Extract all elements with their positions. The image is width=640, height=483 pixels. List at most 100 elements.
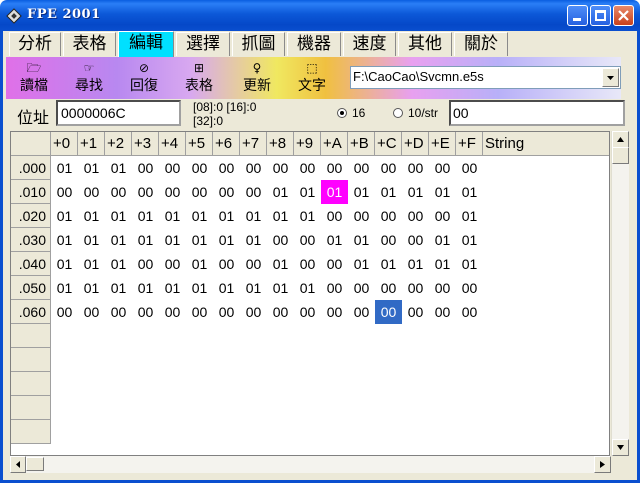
row-header[interactable] <box>11 348 51 372</box>
hex-cell[interactable]: 01 <box>51 228 78 252</box>
hex-cell[interactable]: 01 <box>240 228 267 252</box>
hex-cell[interactable]: 00 <box>321 276 348 300</box>
row-header[interactable] <box>11 420 51 444</box>
hex-cell[interactable]: 00 <box>240 252 267 276</box>
address-input[interactable]: 0000006C <box>56 100 181 126</box>
menu-tab-2[interactable]: 編輯 <box>118 31 174 57</box>
hex-cell[interactable]: 00 <box>375 276 402 300</box>
hex-cell[interactable]: 00 <box>186 300 213 324</box>
vertical-scrollbar[interactable] <box>611 131 629 456</box>
toolbar-button-3[interactable]: ⊞ 表格 <box>176 59 222 97</box>
hex-cell[interactable]: 00 <box>159 156 186 180</box>
hex-cell[interactable]: 00 <box>429 156 456 180</box>
hex-cell[interactable]: 01 <box>456 204 483 228</box>
row-header[interactable]: .040 <box>11 252 51 276</box>
radio-dec[interactable]: 10/str <box>393 106 438 120</box>
hex-cell[interactable]: 00 <box>240 180 267 204</box>
hex-cell[interactable]: 00 <box>267 300 294 324</box>
row-header[interactable] <box>11 396 51 420</box>
hex-cell[interactable]: 01 <box>456 180 483 204</box>
hex-cell[interactable]: 00 <box>321 204 348 228</box>
hex-cell[interactable]: 01 <box>213 204 240 228</box>
hex-cell[interactable]: 00 <box>78 180 105 204</box>
hex-cell[interactable]: 00 <box>321 300 348 324</box>
hex-cell[interactable]: 00 <box>402 276 429 300</box>
hex-cell[interactable]: 00 <box>294 228 321 252</box>
hex-cell[interactable]: 01 <box>267 204 294 228</box>
hex-cell[interactable]: 00 <box>321 156 348 180</box>
hex-cell[interactable]: 00 <box>240 300 267 324</box>
hex-cell[interactable]: 01 <box>186 276 213 300</box>
row-header[interactable]: .060 <box>11 300 51 324</box>
row-header[interactable]: .020 <box>11 204 51 228</box>
hex-cell[interactable]: 00 <box>159 180 186 204</box>
hex-cell[interactable]: 01 <box>456 228 483 252</box>
minimize-button[interactable] <box>567 5 588 26</box>
hex-cell[interactable]: 01 <box>348 228 375 252</box>
column-header[interactable]: +1 <box>78 132 105 156</box>
vertical-scroll-thumb[interactable] <box>612 147 629 164</box>
hex-cell[interactable]: 01 <box>267 252 294 276</box>
column-header[interactable]: +5 <box>186 132 213 156</box>
hex-cell[interactable]: 00 <box>186 180 213 204</box>
scroll-up-button[interactable] <box>612 131 629 148</box>
hex-cell[interactable]: 01 <box>240 204 267 228</box>
column-header[interactable]: +B <box>348 132 375 156</box>
hex-cell[interactable]: 01 <box>105 204 132 228</box>
hex-cell[interactable]: 00 <box>105 180 132 204</box>
hex-cell[interactable]: 00 <box>294 252 321 276</box>
hex-cell[interactable]: 00 <box>375 156 402 180</box>
column-header[interactable]: +E <box>429 132 456 156</box>
hex-cell[interactable]: 00 <box>78 300 105 324</box>
radio-hex[interactable]: 16 <box>337 106 365 120</box>
hex-cell[interactable]: 01 <box>402 252 429 276</box>
column-header[interactable]: +8 <box>267 132 294 156</box>
hex-cell[interactable]: 00 <box>429 204 456 228</box>
hex-cell[interactable]: 01 <box>267 180 294 204</box>
hex-cell[interactable]: 00 <box>159 300 186 324</box>
hex-cell[interactable]: 01 <box>213 276 240 300</box>
hex-cell[interactable]: 00 <box>159 252 186 276</box>
menu-tab-8[interactable]: 關於 <box>454 32 508 56</box>
value-input[interactable]: 00 <box>449 100 625 126</box>
close-button[interactable] <box>613 5 634 26</box>
column-header[interactable]: +0 <box>51 132 78 156</box>
hex-cell[interactable]: 01 <box>105 228 132 252</box>
hex-cell[interactable]: 00 <box>375 228 402 252</box>
hex-cell[interactable]: 00 <box>348 276 375 300</box>
hex-cell[interactable]: 01 <box>429 228 456 252</box>
column-header[interactable]: +F <box>456 132 483 156</box>
toolbar-button-2[interactable]: ⊘ 回復 <box>121 59 167 97</box>
hex-cell[interactable]: 01 <box>78 204 105 228</box>
hex-cell[interactable]: 01 <box>213 228 240 252</box>
hex-cell[interactable]: 00 <box>348 156 375 180</box>
hex-cell[interactable]: 00 <box>51 180 78 204</box>
hex-cell[interactable]: 01 <box>375 252 402 276</box>
row-header[interactable] <box>11 324 51 348</box>
column-header[interactable]: +4 <box>159 132 186 156</box>
hex-cell[interactable]: 01 <box>132 228 159 252</box>
hex-cell[interactable]: 00 <box>402 156 429 180</box>
hex-cell[interactable]: 00 <box>294 156 321 180</box>
hex-cell[interactable]: 00 <box>348 204 375 228</box>
hex-cell[interactable]: 01 <box>51 276 78 300</box>
hex-cell[interactable]: 00 <box>321 252 348 276</box>
row-header[interactable]: .010 <box>11 180 51 204</box>
hex-cell[interactable]: 00 <box>240 156 267 180</box>
toolbar-button-5[interactable]: ⬚ 文字 <box>289 59 335 97</box>
hex-cell[interactable]: 01 <box>159 276 186 300</box>
hex-cell[interactable]: 01 <box>159 228 186 252</box>
hex-cell[interactable]: 00 <box>456 276 483 300</box>
column-header[interactable]: +9 <box>294 132 321 156</box>
hex-cell[interactable]: 00 <box>186 156 213 180</box>
hex-cell[interactable]: 01 <box>348 252 375 276</box>
hex-cell[interactable]: 01 <box>105 276 132 300</box>
hex-cell[interactable]: 01 <box>429 180 456 204</box>
hex-cell[interactable]: 01 <box>321 180 348 204</box>
row-header[interactable]: .050 <box>11 276 51 300</box>
hex-cell[interactable]: 00 <box>213 300 240 324</box>
column-header[interactable]: +C <box>375 132 402 156</box>
hex-cell[interactable]: 00 <box>375 204 402 228</box>
scroll-left-button[interactable] <box>10 456 26 473</box>
toolbar-button-0[interactable]: 🗁 讀檔 <box>11 59 57 97</box>
